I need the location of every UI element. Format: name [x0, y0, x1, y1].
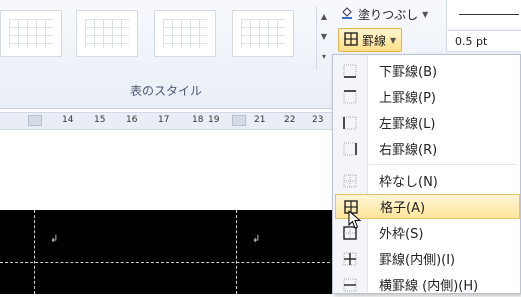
inside-horizontal-border-icon — [335, 278, 365, 292]
table-style-thumbnail[interactable] — [154, 10, 216, 57]
menu-item-left-border[interactable]: 左罫線(L) — [335, 110, 520, 135]
chevron-down-icon: ▼ — [390, 35, 397, 45]
scroll-down-icon[interactable]: ▼ — [317, 26, 331, 46]
ruler-tick-label: 17 — [158, 115, 170, 125]
border-label: 罫線 — [362, 33, 387, 48]
document-page: ↲ ↲ — [0, 130, 335, 294]
menu-item-outside-border[interactable]: 外枠(S) — [335, 220, 520, 245]
pen-style-selector[interactable] — [446, 0, 521, 28]
menu-item-all-borders[interactable]: 格子(A) — [335, 194, 520, 219]
table-column-line — [34, 210, 35, 294]
gallery-scrollbar[interactable]: ▲ ▼ ▾ — [316, 6, 331, 70]
ruler-tick-label: 22 — [284, 115, 296, 125]
menu-item-label: 右罫線(R) — [379, 143, 438, 158]
table-styles-gallery: ▲ ▼ ▾ — [0, 0, 332, 75]
shading-button[interactable]: 塗りつぶし ▼ — [340, 4, 428, 24]
ruler-column-marker[interactable] — [232, 115, 246, 126]
border-grid-icon — [344, 31, 358, 49]
ruler-tick-label: 18 — [192, 115, 204, 125]
no-border-icon — [335, 174, 365, 188]
menu-item-label: 下罫線(B) — [379, 65, 438, 80]
menu-separator — [369, 164, 516, 165]
menu-item-label: 外枠(S) — [379, 227, 424, 242]
menu-item-label: 左罫線(L) — [379, 117, 436, 132]
cell-end-mark: ↲ — [252, 234, 261, 245]
ruler-tick-label: 21 — [254, 115, 266, 125]
menu-item-label: 上罫線(P) — [379, 91, 436, 106]
border-bottom-icon — [335, 64, 365, 78]
menu-item-label: 格子(A) — [380, 201, 426, 216]
ruler-tick-label: 14 — [62, 115, 74, 125]
table-row-line — [0, 262, 335, 263]
shading-label: 塗りつぶし — [358, 7, 419, 22]
border-left-icon — [335, 116, 365, 130]
paint-bucket-icon — [340, 6, 354, 23]
ruler-tick-label: 23 — [312, 115, 324, 125]
menu-item-inside-horizontal-border[interactable]: 横罫線 (内側)(H) — [335, 272, 520, 297]
table-column-line — [236, 210, 237, 294]
document-table[interactable]: ↲ ↲ — [0, 210, 335, 294]
ruler-column-marker[interactable] — [28, 115, 42, 126]
menu-item-label: 枠なし(N) — [379, 175, 438, 190]
pen-weight-selector[interactable]: 0.5 pt — [446, 30, 521, 52]
menu-item-label: 罫線(内側)(I) — [379, 253, 456, 268]
horizontal-ruler: 14 15 16 17 18 19 21 22 23 — [0, 112, 335, 130]
border-right-icon — [335, 142, 365, 156]
menu-item-top-border[interactable]: 上罫線(P) — [335, 84, 520, 109]
gallery-expand-icon[interactable]: ▾ — [317, 46, 331, 66]
scroll-up-icon[interactable]: ▲ — [317, 6, 331, 26]
menu-item-label: 横罫線 (内側)(H) — [379, 279, 479, 294]
mouse-cursor-icon — [348, 209, 362, 233]
ruler-tick-label: 16 — [126, 115, 138, 125]
cell-end-mark: ↲ — [50, 234, 59, 245]
menu-item-inside-border[interactable]: 罫線(内側)(I) — [335, 246, 520, 271]
menu-item-bottom-border[interactable]: 下罫線(B) — [335, 58, 520, 83]
ruler-tick-label: 19 — [208, 115, 220, 125]
inside-border-icon — [335, 252, 365, 266]
border-top-icon — [335, 89, 365, 104]
table-style-thumbnail[interactable] — [232, 10, 294, 57]
menu-item-no-border[interactable]: 枠なし(N) — [335, 168, 520, 193]
ruler-tick-label: 15 — [94, 115, 106, 125]
chevron-down-icon: ▼ — [422, 9, 429, 19]
border-button[interactable]: 罫線 ▼ — [338, 28, 403, 52]
group-label-table-styles: 表のスタイル — [129, 84, 202, 98]
table-style-thumbnail[interactable] — [0, 10, 62, 57]
menu-item-right-border[interactable]: 右罫線(R) — [335, 136, 520, 161]
table-style-thumbnail[interactable] — [76, 10, 138, 57]
borders-dropdown-menu: 下罫線(B) 上罫線(P) 左罫線(L) 右罫線(R) 枠なし(N) 格子(A)… — [332, 54, 521, 294]
